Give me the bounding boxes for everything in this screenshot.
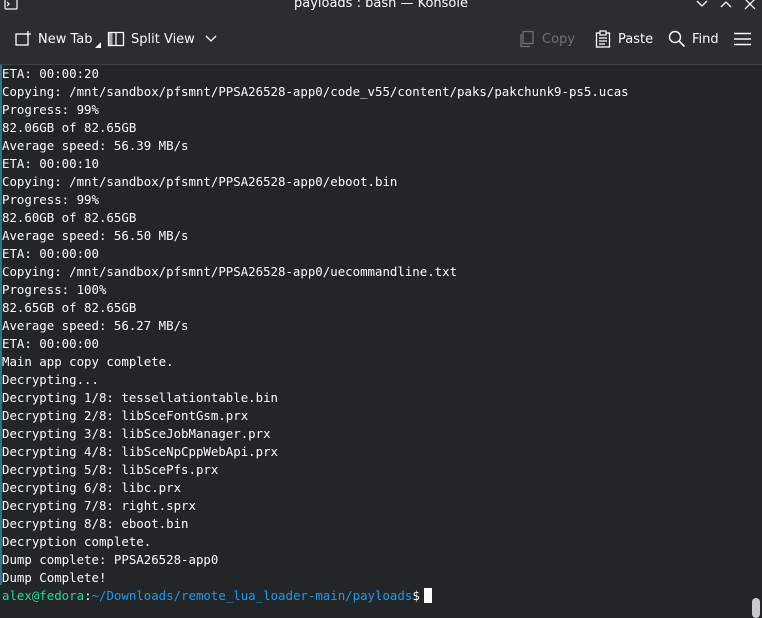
prompt-separator: :: [84, 588, 92, 603]
text-cursor: [423, 588, 432, 603]
split-view-button[interactable]: Split View: [107, 27, 223, 51]
paste-button[interactable]: Paste: [594, 27, 653, 51]
terminal-line: 82.06GB of 82.65GB: [2, 120, 137, 135]
split-view-label: Split View: [131, 31, 195, 47]
paste-icon: [595, 30, 611, 48]
terminal-line: Decrypting 6/8: libc.prx: [2, 480, 182, 495]
vertical-scrollbar[interactable]: [750, 65, 762, 618]
window-title: payloads : bash — Konsole: [293, 0, 468, 11]
chevron-down-icon: [205, 35, 217, 42]
terminal-line: Main app copy complete.: [2, 354, 174, 369]
new-tab-button[interactable]: New Tab: [14, 27, 101, 51]
terminal-line: Dump complete: PPSA26528-app0: [2, 552, 219, 567]
copy-icon: [520, 30, 534, 48]
terminal-line: Progress: 100%: [2, 282, 107, 297]
terminal-line: Average speed: 56.50 MB/s: [2, 228, 189, 243]
terminal-output: ETA: 00:00:20 Copying: /mnt/sandbox/pfsmn…: [2, 65, 629, 605]
copy-label: Copy: [542, 31, 575, 47]
terminal-line: 82.65GB of 82.65GB: [2, 300, 137, 315]
terminal-line: Decrypting 4/8: libSceNpCppWebApi.prx: [2, 444, 279, 459]
terminal-line: ETA: 00:00:00: [2, 336, 99, 351]
split-view-icon: [107, 31, 125, 47]
chevron-up-icon: [720, 1, 732, 8]
terminal-line: Dump Complete!: [2, 570, 107, 585]
terminal-line: Average speed: 56.27 MB/s: [2, 318, 189, 333]
terminal-line: ETA: 00:00:10: [2, 156, 99, 171]
hamburger-menu-icon: [734, 32, 751, 46]
copy-button[interactable]: Copy: [518, 27, 575, 51]
shell-prompt[interactable]: alex@fedora:~/Downloads/remote_lua_loade…: [2, 587, 629, 605]
new-tab-icon: [15, 31, 31, 46]
selection-marker: [0, 65, 2, 585]
prompt-path: ~/Downloads/remote_lua_loader-main/paylo…: [91, 588, 413, 603]
terminal-line: ETA: 00:00:20: [2, 66, 99, 81]
paste-label: Paste: [618, 31, 654, 47]
prompt-user-host: alex@fedora: [2, 588, 85, 603]
terminal-line: Copying: /mnt/sandbox/pfsmnt/PPSA26528-a…: [2, 264, 458, 279]
prompt-symbol: $: [412, 588, 420, 603]
terminal-line: Progress: 99%: [2, 192, 99, 207]
terminal-line: Decrypting 3/8: libSceJobManager.prx: [2, 426, 271, 441]
find-button[interactable]: Find: [668, 27, 719, 51]
terminal-line: Decrypting...: [2, 372, 99, 387]
hamburger-menu-button[interactable]: [734, 27, 757, 51]
new-tab-label: New Tab: [38, 31, 93, 47]
search-icon: [668, 30, 686, 48]
terminal-line: Progress: 99%: [2, 102, 99, 117]
terminal-line: Decrypting 5/8: libScePfs.prx: [2, 462, 219, 477]
close-icon: [744, 0, 756, 10]
terminal-line: Decrypting 1/8: tessellationtable.bin: [2, 390, 279, 405]
find-label: Find: [692, 31, 719, 47]
terminal-line: Average speed: 56.39 MB/s: [2, 138, 189, 153]
dropdown-corner-icon: [94, 42, 101, 48]
chevron-down-icon: [696, 0, 708, 7]
terminal-line: ETA: 00:00:00: [2, 246, 99, 261]
scrollbar-thumb[interactable]: [752, 598, 760, 618]
terminal-line: Decryption complete.: [2, 534, 152, 549]
terminal-line: Decrypting 7/8: right.sprx: [2, 498, 196, 513]
toolbar: New Tab Split View Copy Paste Find: [0, 12, 762, 64]
terminal-line: Copying: /mnt/sandbox/pfsmnt/PPSA26528-a…: [2, 174, 398, 189]
terminal-view[interactable]: ETA: 00:00:20 Copying: /mnt/sandbox/pfsmn…: [0, 65, 750, 618]
terminal-line: Decrypting 8/8: eboot.bin: [2, 516, 189, 531]
title-bar: payloads : bash — Konsole: [0, 0, 762, 12]
terminal-line: Decrypting 2/8: libSceFontGsm.prx: [2, 408, 249, 423]
terminal-line: Copying: /mnt/sandbox/pfsmnt/PPSA26528-a…: [2, 84, 629, 99]
terminal-line: 82.60GB of 82.65GB: [2, 210, 137, 225]
